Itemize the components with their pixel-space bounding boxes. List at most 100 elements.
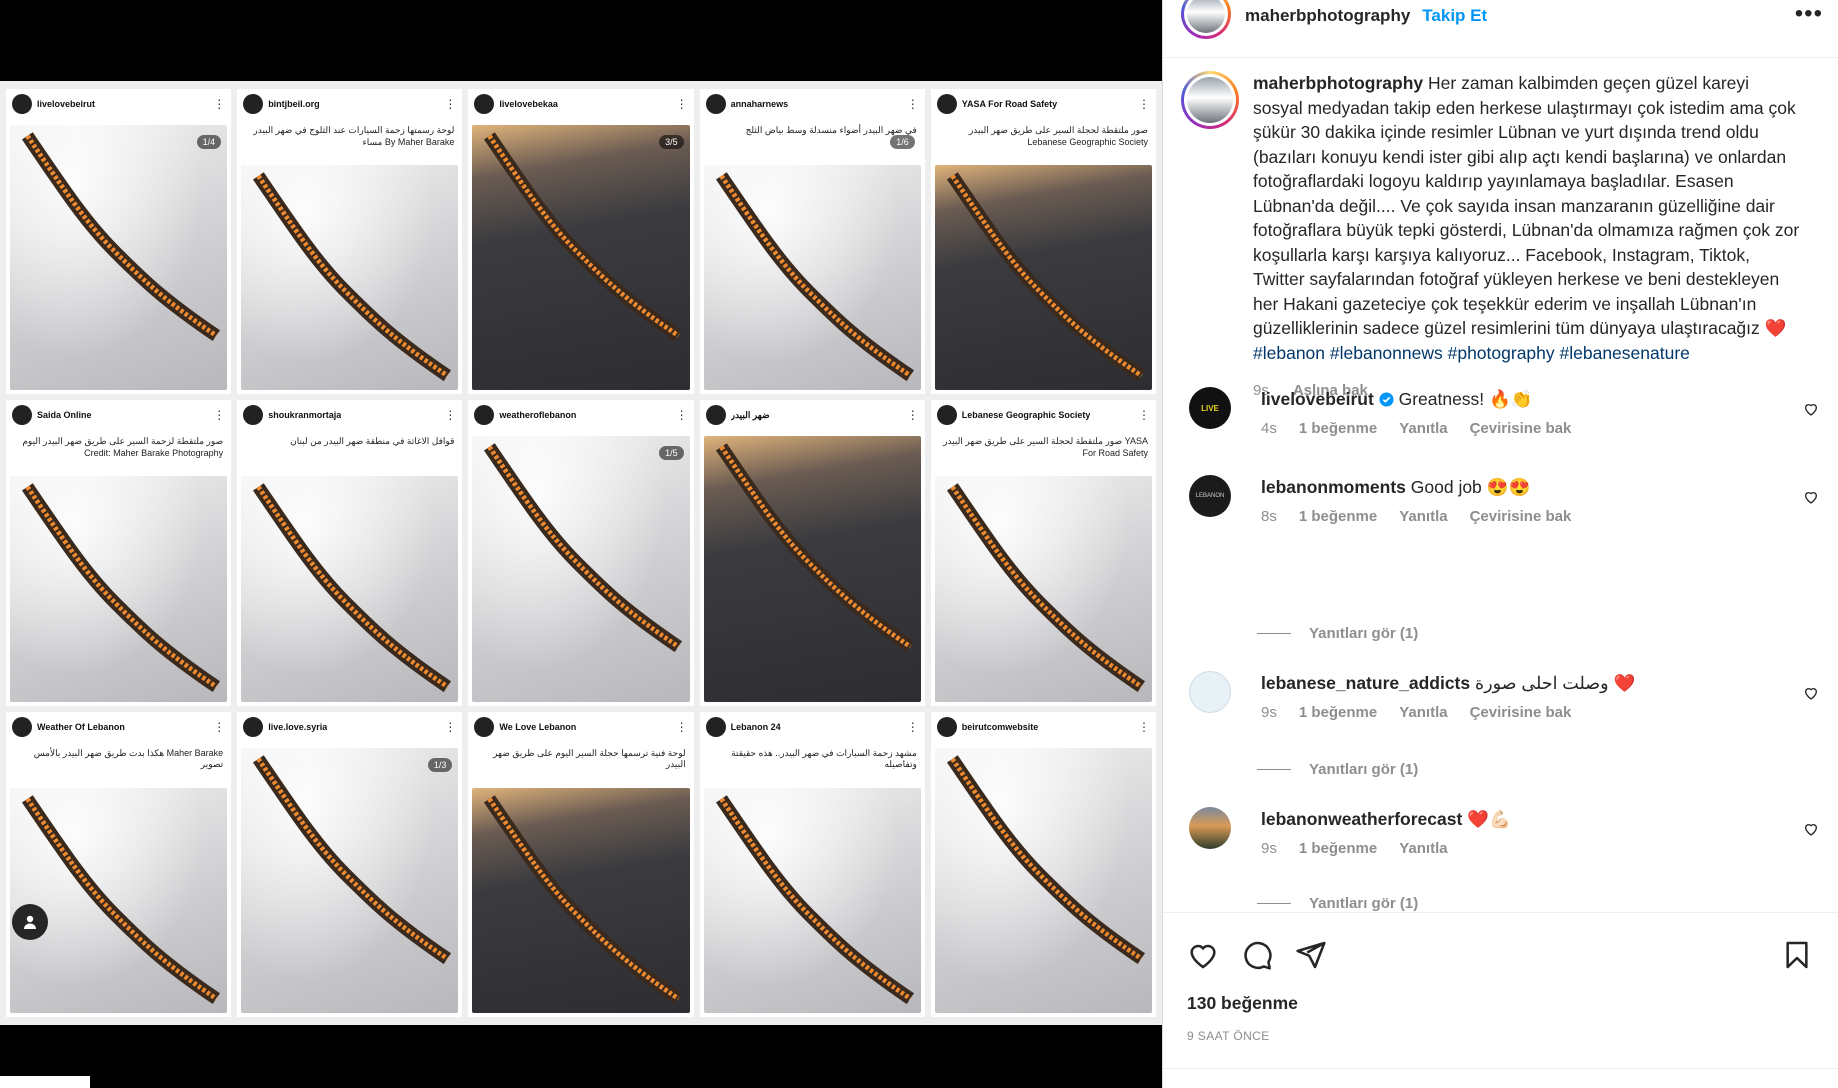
like-comment-heart-icon[interactable] — [1803, 489, 1819, 505]
tile-account-name: YASA For Road Safety — [961, 99, 1058, 109]
comments-scroll-area[interactable]: maherbphotography Her zaman kalbimden ge… — [1163, 59, 1838, 911]
like-comment-heart-icon[interactable] — [1803, 401, 1819, 417]
comment-likes[interactable]: 1 beğenme — [1299, 840, 1377, 857]
collage-tile: ضهر البيدر ⋮ — [699, 400, 925, 706]
tile-avatar — [936, 94, 957, 114]
post-actions: 130 beğenme 9 SAAT ÖNCE — [1163, 912, 1838, 1088]
comment-time[interactable]: 9s — [1261, 840, 1277, 857]
tile-account-name: annaharnews — [730, 99, 789, 109]
see-translation-button[interactable]: Çevirisine bak — [1470, 508, 1572, 525]
collage-tile: annaharnews ⋮ في ضهر البيدر أضواء منسدلة و… — [699, 89, 925, 395]
tile-more-icon: ⋮ — [906, 97, 919, 111]
see-translation-button[interactable]: Çevirisine bak — [1470, 704, 1572, 721]
tile-avatar — [12, 405, 32, 426]
reply-button[interactable]: Yanıtla — [1399, 420, 1447, 437]
tile-more-icon: ⋮ — [444, 719, 457, 734]
tile-more-icon: ⋮ — [444, 408, 457, 423]
see-translation-button[interactable]: Çevirisine bak — [1470, 420, 1572, 437]
commenter-avatar[interactable]: LEBANON — [1189, 475, 1231, 517]
commenter-username[interactable]: lebanonweatherforecast — [1261, 809, 1462, 829]
tile-header: bintjbeil.org ⋮ — [237, 89, 462, 119]
tile-more-icon: ⋮ — [675, 719, 688, 734]
tile-more-icon: ⋮ — [213, 97, 226, 111]
view-replies-button[interactable]: Yanıtları gör (1) — [1257, 625, 1418, 642]
comment-bubble-icon[interactable] — [1241, 939, 1273, 971]
comment-likes[interactable]: 1 beğenme — [1299, 704, 1377, 721]
post-caption: maherbphotography Her zaman kalbimden ge… — [1181, 71, 1821, 404]
tile-account-name: Weather Of Lebanon — [37, 721, 125, 732]
tile-carousel-badge: 1/6 — [890, 135, 915, 149]
commenter-username[interactable]: livelovebeirut — [1261, 389, 1374, 409]
tile-avatar — [474, 405, 495, 426]
tile-carousel-badge: 1/4 — [196, 135, 222, 149]
post-media: livelovebeirut ⋮ 1/4 bintjbeil.org ⋮ لوحة رسم… — [0, 0, 1162, 1088]
like-comment-heart-icon[interactable] — [1803, 685, 1819, 701]
tile-avatar — [936, 405, 957, 426]
author-avatar[interactable] — [1181, 0, 1231, 39]
tile-caption: هكذا بدت طريق ضهر البيدر بالأمس Maher Ba… — [33, 747, 224, 770]
comment-text: وصلت احلى صورة ❤️ — [1475, 673, 1636, 693]
tile-account-name: livelovebekaa — [499, 99, 558, 109]
tile-photo — [10, 476, 228, 702]
author-username[interactable]: maherbphotography — [1245, 6, 1410, 26]
share-paper-plane-icon[interactable] — [1295, 939, 1327, 971]
reply-button[interactable]: Yanıtla — [1399, 704, 1447, 721]
tile-photo — [703, 787, 921, 1013]
tile-account-name: live.love.syria — [268, 721, 328, 732]
more-options-icon[interactable]: ••• — [1795, 0, 1823, 28]
comment-time[interactable]: 4s — [1261, 420, 1277, 437]
thumbnail-strip — [0, 1076, 90, 1088]
post-timestamp[interactable]: 9 SAAT ÖNCE — [1187, 1029, 1270, 1043]
view-replies-button[interactable]: Yanıtları gör (1) — [1257, 895, 1418, 911]
save-bookmark-icon[interactable] — [1781, 939, 1813, 971]
tile-account-name: weatheroflebanon — [499, 410, 577, 421]
commenter-avatar[interactable]: LIVE — [1189, 387, 1231, 429]
view-replies-button[interactable]: Yanıtları gör (1) — [1257, 761, 1418, 778]
follow-button[interactable]: Takip Et — [1422, 6, 1487, 26]
tagged-people-button[interactable] — [12, 904, 48, 940]
post-image-collage[interactable]: livelovebeirut ⋮ 1/4 bintjbeil.org ⋮ لوحة رسم… — [0, 81, 1162, 1025]
tile-avatar — [243, 94, 264, 114]
tile-more-icon: ⋮ — [1137, 97, 1150, 111]
tile-avatar — [12, 94, 32, 114]
tile-account-name: Lebanese Geographic Society — [961, 410, 1091, 421]
commenter-username[interactable]: lebanese_nature_addicts — [1261, 673, 1470, 693]
caption-username[interactable]: maherbphotography — [1253, 73, 1423, 93]
tile-header: annaharnews ⋮ — [700, 89, 925, 119]
tile-more-icon: ⋮ — [906, 408, 919, 423]
like-count[interactable]: 130 beğenme — [1187, 993, 1298, 1014]
user-icon — [24, 915, 36, 929]
comment-likes[interactable]: 1 beğenme — [1299, 508, 1377, 525]
reply-button[interactable]: Yanıtla — [1399, 508, 1447, 525]
comment-item: lebanonweatherforecast ❤️💪🏻 9s 1 beğenme… — [1181, 807, 1821, 857]
collage-tile: Lebanon 24 ⋮ مشهد زحمة السيارات في ضهر الب… — [699, 711, 925, 1017]
collage-tile: beirutcomwebsite ⋮ — [930, 711, 1156, 1017]
comment-time[interactable]: 8s — [1261, 508, 1277, 525]
collage-tile: livelovebeirut ⋮ 1/4 — [6, 89, 232, 395]
tile-header: We Love Lebanon ⋮ — [468, 712, 693, 742]
comment-time[interactable]: 9s — [1261, 704, 1277, 721]
tile-more-icon: ⋮ — [1137, 719, 1150, 734]
tile-avatar — [936, 716, 957, 737]
tile-more-icon: ⋮ — [444, 97, 457, 111]
tile-more-icon: ⋮ — [213, 408, 226, 423]
comment-text: Good job 😍😍 — [1410, 477, 1531, 497]
reply-button[interactable]: Yanıtla — [1399, 840, 1447, 857]
tile-caption: صور ملتقطة لحجلة السير على طريق ضهر البي… — [968, 125, 1148, 147]
tile-photo — [934, 165, 1152, 391]
comment-likes[interactable]: 1 beğenme — [1299, 420, 1377, 437]
collage-tile: live.love.syria ⋮ 1/3 — [237, 711, 463, 1017]
like-heart-icon[interactable] — [1187, 939, 1219, 971]
commenter-username[interactable]: lebanonmoments — [1261, 477, 1406, 497]
post-details-panel: maherbphotography Takip Et ••• maherbpho… — [1162, 0, 1838, 1088]
commenter-avatar[interactable] — [1189, 807, 1231, 849]
caption-avatar[interactable] — [1181, 71, 1239, 129]
tile-photo — [10, 787, 228, 1013]
comment-item: LIVE livelovebeirut Greatness! 🔥👏 4s 1 b… — [1181, 387, 1821, 437]
tile-caption: صور ملتقطة لحجلة السير على طريق ضهر البي… — [943, 436, 1148, 459]
add-comment-bar[interactable] — [1163, 1068, 1838, 1088]
commenter-avatar[interactable] — [1189, 671, 1231, 713]
like-comment-heart-icon[interactable] — [1803, 821, 1819, 837]
caption-hashtags[interactable]: #lebanon #lebanonnews #photography #leba… — [1253, 343, 1690, 363]
tile-carousel-badge: 3/5 — [659, 135, 684, 149]
